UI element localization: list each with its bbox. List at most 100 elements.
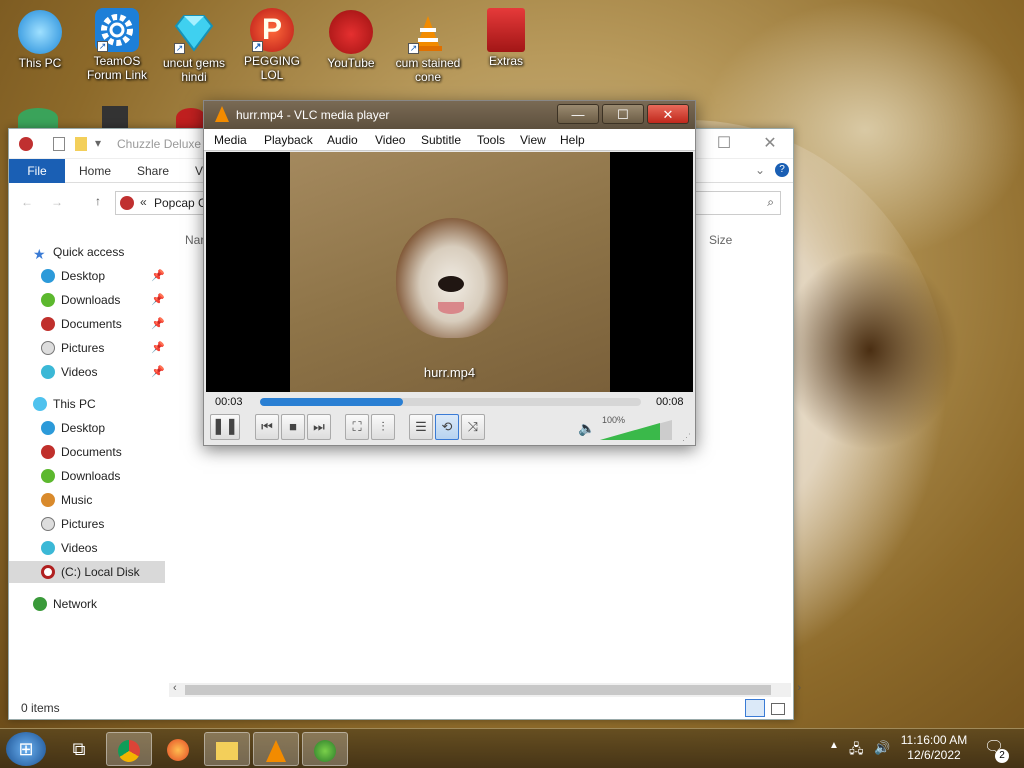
breadcrumb[interactable]: Popcap G bbox=[154, 196, 207, 210]
extended-settings-button[interactable]: ⫶ bbox=[371, 414, 395, 440]
details-view-icon[interactable] bbox=[745, 699, 765, 717]
nav-quick-access[interactable]: ★ Quick access bbox=[33, 241, 124, 263]
breadcrumb-overflow[interactable]: « bbox=[140, 195, 147, 209]
scroll-right-icon[interactable]: › bbox=[797, 682, 801, 694]
vlc-titlebar[interactable]: hurr.mp4 - VLC media player — ☐ ✕ bbox=[204, 101, 695, 129]
nav-item-pc-music[interactable]: Music bbox=[41, 489, 92, 511]
horizontal-scrollbar[interactable]: ‹ › bbox=[169, 682, 801, 697]
ribbon-tab-share[interactable]: Share bbox=[137, 164, 169, 178]
nav-item-desktop[interactable]: Desktop bbox=[41, 265, 105, 287]
gear-icon: ↗ bbox=[95, 8, 139, 52]
menu-audio[interactable]: Audio bbox=[327, 133, 358, 147]
next-button[interactable]: ⏭ bbox=[307, 414, 331, 440]
new-folder-icon[interactable] bbox=[75, 137, 87, 151]
shuffle-button[interactable]: ⤨ bbox=[461, 414, 485, 440]
speaker-icon[interactable]: 🔈 bbox=[578, 420, 595, 437]
taskbar-vlc[interactable] bbox=[253, 732, 299, 766]
nav-item-local-disk[interactable]: (C:) Local Disk bbox=[9, 561, 165, 583]
properties-icon[interactable] bbox=[53, 137, 65, 151]
show-hidden-icons-button[interactable]: ▲ bbox=[829, 740, 839, 751]
nav-item-pc-downloads[interactable]: Downloads bbox=[41, 465, 120, 487]
desktop-icon-cone[interactable]: ↗ cum stained cone bbox=[388, 10, 468, 84]
desktop-icon-uncut-gems[interactable]: ↗ uncut gems hindi bbox=[154, 10, 234, 84]
pin-icon[interactable]: 📌 bbox=[151, 293, 165, 306]
pin-icon[interactable]: 📌 bbox=[151, 365, 165, 378]
pause-button[interactable]: ❚❚ bbox=[210, 414, 240, 440]
menu-video[interactable]: Video bbox=[375, 133, 405, 147]
menu-help[interactable]: Help bbox=[560, 133, 585, 147]
total-time: 00:08 bbox=[656, 396, 684, 408]
downloads-icon bbox=[41, 469, 55, 483]
scrollbar-thumb[interactable] bbox=[185, 685, 771, 695]
partial-desktop-icon[interactable] bbox=[176, 108, 206, 128]
videos-icon bbox=[41, 541, 55, 555]
minimize-button[interactable]: — bbox=[557, 104, 599, 124]
desktop-icon-extras[interactable]: Extras bbox=[466, 8, 546, 68]
quick-access-toolbar-dropdown-icon[interactable]: ▾ bbox=[95, 136, 101, 150]
nav-network[interactable]: Network bbox=[33, 593, 97, 615]
partial-desktop-icon[interactable] bbox=[102, 106, 128, 128]
fullscreen-button[interactable]: ⛶ bbox=[345, 414, 369, 440]
loop-button[interactable]: ⟲ bbox=[435, 414, 459, 440]
ribbon-tab-file[interactable]: File bbox=[9, 159, 65, 183]
ribbon-tab-view[interactable]: V bbox=[195, 164, 203, 178]
menu-subtitle[interactable]: Subtitle bbox=[421, 133, 461, 147]
nav-item-pc-videos[interactable]: Videos bbox=[41, 537, 97, 559]
desktop-icon-label: cum stained cone bbox=[395, 56, 461, 84]
help-icon[interactable]: ? bbox=[775, 163, 789, 177]
up-arrow-icon[interactable]: ↑ bbox=[95, 194, 101, 208]
pin-icon[interactable]: 📌 bbox=[151, 269, 165, 282]
start-button[interactable]: ⊞ bbox=[6, 732, 46, 766]
volume-slider[interactable]: 100% bbox=[600, 415, 672, 440]
resize-grip-icon[interactable]: ⋰ bbox=[682, 432, 691, 443]
menu-media[interactable]: Media bbox=[214, 133, 247, 147]
video-frame bbox=[290, 152, 610, 392]
menu-tools[interactable]: Tools bbox=[477, 133, 505, 147]
clock[interactable]: 11:16:00 AM 12/6/2022 bbox=[894, 733, 974, 763]
taskbar-game[interactable] bbox=[302, 732, 348, 766]
back-arrow-icon[interactable]: ← bbox=[21, 195, 33, 209]
pin-icon[interactable]: 📌 bbox=[151, 317, 165, 330]
menu-playback[interactable]: Playback bbox=[264, 133, 313, 147]
nav-item-pc-documents[interactable]: Documents bbox=[41, 441, 122, 463]
nav-item-pc-desktop[interactable]: Desktop bbox=[41, 417, 105, 439]
ribbon-expand-icon[interactable]: ⌄ bbox=[755, 163, 765, 177]
nav-item-downloads[interactable]: Downloads bbox=[41, 289, 120, 311]
taskbar-firefox[interactable] bbox=[155, 732, 201, 766]
close-button[interactable]: ✕ bbox=[647, 104, 689, 124]
desktop-icon-teamos[interactable]: ↗ TeamOS Forum Link bbox=[77, 8, 157, 82]
nav-item-pc-pictures[interactable]: Pictures bbox=[41, 513, 104, 535]
desktop-icon-youtube[interactable]: YouTube bbox=[311, 10, 391, 70]
forward-arrow-icon[interactable]: → bbox=[51, 195, 63, 209]
search-icon[interactable]: ⌕ bbox=[767, 195, 774, 210]
menu-view[interactable]: View bbox=[520, 133, 546, 147]
desktop-icon-pegging[interactable]: P ↗ PEGGING LOL bbox=[232, 8, 312, 82]
desktop-icon-label: YouTube bbox=[327, 56, 375, 70]
large-icons-view-icon[interactable] bbox=[771, 703, 785, 715]
video-area[interactable]: hurr.mp4 bbox=[206, 152, 693, 392]
taskbar-file-explorer[interactable] bbox=[204, 732, 250, 766]
task-view-button[interactable]: ⧉ bbox=[56, 732, 102, 766]
partial-desktop-icon[interactable] bbox=[18, 108, 58, 128]
playlist-button[interactable]: ☰ bbox=[409, 414, 433, 440]
column-header-size[interactable]: Size bbox=[709, 233, 732, 247]
column-header-name[interactable]: Nar bbox=[185, 233, 204, 247]
ribbon-tab-home[interactable]: Home bbox=[79, 164, 111, 178]
maximize-button[interactable]: ☐ bbox=[602, 104, 644, 124]
desktop-icon-this-pc[interactable]: This PC bbox=[0, 10, 80, 70]
stop-button[interactable]: ■ bbox=[281, 414, 305, 440]
close-button[interactable]: ✕ bbox=[747, 129, 793, 159]
chrome-icon bbox=[118, 740, 140, 763]
nav-item-documents[interactable]: Documents bbox=[41, 313, 122, 335]
previous-button[interactable]: ⏮ bbox=[255, 414, 279, 440]
pin-icon[interactable]: 📌 bbox=[151, 341, 165, 354]
taskbar-chrome[interactable] bbox=[106, 732, 152, 766]
nav-item-videos[interactable]: Videos bbox=[41, 361, 97, 383]
maximize-button[interactable]: ☐ bbox=[701, 129, 747, 159]
nav-item-pictures[interactable]: Pictures bbox=[41, 337, 104, 359]
nav-this-pc[interactable]: This PC bbox=[33, 393, 96, 415]
volume-tray-icon[interactable]: 🔊 bbox=[874, 740, 890, 756]
scroll-left-icon[interactable]: ‹ bbox=[173, 682, 177, 694]
seek-slider[interactable] bbox=[260, 398, 641, 406]
network-tray-icon[interactable]: 🖧 bbox=[849, 740, 864, 762]
